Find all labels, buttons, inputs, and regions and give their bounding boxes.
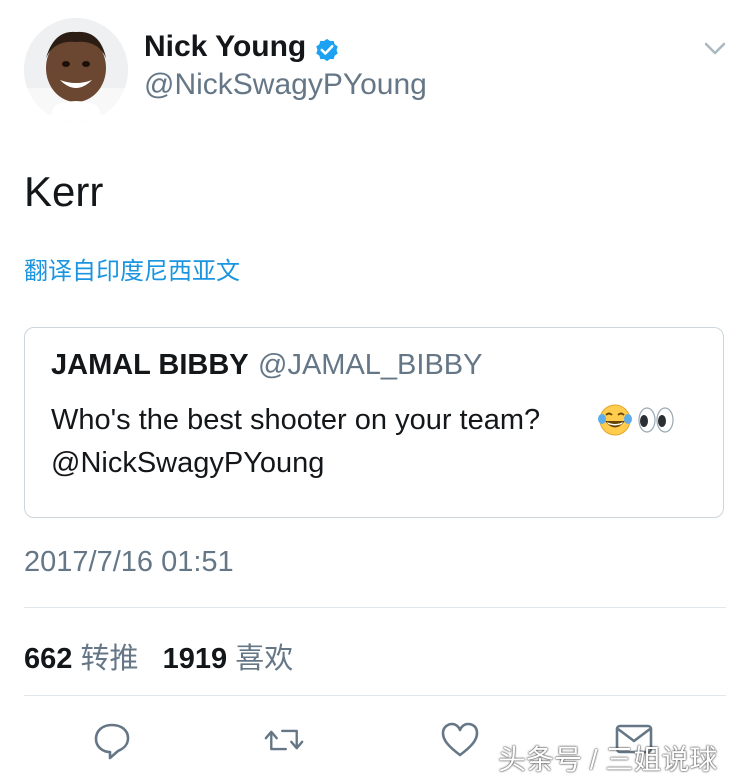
like-icon[interactable]	[440, 720, 480, 760]
face-with-tears-of-joy-icon	[598, 404, 632, 436]
retweet-label[interactable]: 转推	[80, 643, 138, 675]
watermark: 头条号 / 三姐说球	[498, 744, 718, 775]
like-count[interactable]: 1919	[163, 643, 228, 675]
quoted-author-handle: @JAMAL_BIBBY	[258, 349, 483, 381]
chevron-down-icon[interactable]	[700, 38, 730, 60]
divider	[24, 695, 726, 696]
author-name[interactable]: Nick Young	[144, 30, 306, 64]
author-handle[interactable]: @NickSwagyPYoung	[144, 68, 427, 102]
emoji-group	[598, 404, 674, 436]
like-label[interactable]: 喜欢	[235, 643, 293, 675]
retweet-count[interactable]: 662	[24, 643, 72, 675]
tweet-timestamp[interactable]: 2017/7/16 01:51	[24, 546, 234, 579]
divider	[24, 607, 726, 608]
quoted-tweet-text: Who's the best shooter on your team?	[51, 404, 541, 436]
tweet-text: Kerr	[24, 168, 104, 215]
tweet-stats: 662 转推 1919 喜欢	[24, 635, 293, 677]
reply-icon[interactable]	[92, 720, 132, 760]
translate-link[interactable]: 翻译自印度尼西亚文	[24, 251, 240, 286]
retweet-icon[interactable]	[264, 720, 304, 760]
eyes-icon	[638, 407, 674, 433]
avatar[interactable]	[24, 18, 128, 122]
quoted-tweet-mention[interactable]: @NickSwagyPYoung	[51, 447, 324, 480]
quoted-author-name: JAMAL BIBBY	[51, 349, 249, 381]
verified-badge-icon	[316, 38, 338, 62]
